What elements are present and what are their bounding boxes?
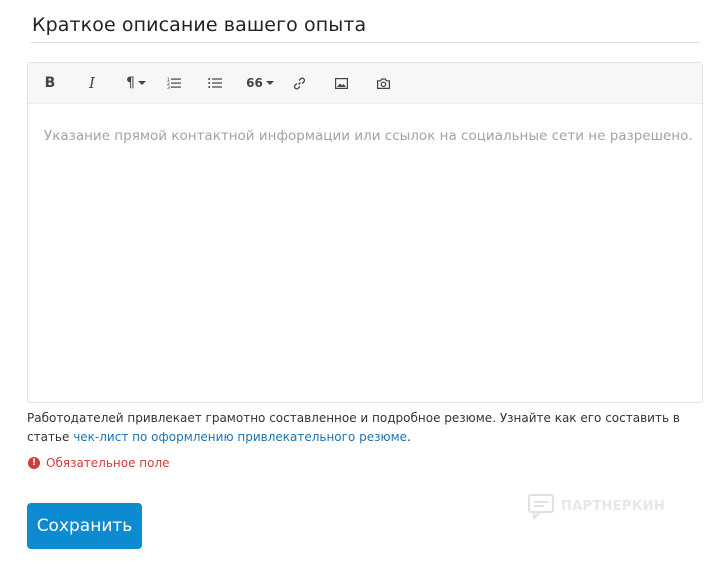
camera-button[interactable] [376,73,390,93]
camera-icon [376,77,390,89]
hint-text: Работодателей привлекает грамотно состав… [27,409,707,447]
hint-suffix: . [407,430,411,444]
paragraph-format-button[interactable]: ¶ [124,73,148,93]
italic-icon: I [89,74,95,92]
bold-icon: B [44,75,56,91]
chevron-down-icon [265,81,274,85]
title-divider [30,42,700,43]
validation-error: ! Обязательное поле [28,456,170,470]
section-title: Краткое описание вашего опыта [32,14,367,36]
bullet-list-icon [208,78,222,88]
quote-button[interactable]: 66 [246,73,274,93]
save-button[interactable]: Сохранить [27,503,142,549]
paragraph-icon: ¶ [126,75,135,91]
svg-text:3: 3 [167,85,170,89]
editor-toolbar: B I ¶ 1 2 3 66 [28,63,702,104]
italic-button[interactable]: I [86,73,98,93]
image-button[interactable] [334,73,348,93]
bold-button[interactable]: B [44,73,56,93]
ordered-list-icon: 1 2 3 [167,77,181,89]
watermark-text: ПАРТНЕРКИН [561,498,666,514]
error-message: Обязательное поле [46,456,170,470]
quote-icon: 66 [246,76,263,90]
link-icon [293,77,305,89]
error-icon: ! [28,457,40,469]
editor-content-area[interactable]: Указание прямой контактной информации ил… [28,104,702,402]
ordered-list-button[interactable]: 1 2 3 [166,73,182,93]
image-icon [334,77,348,89]
editor-placeholder: Указание прямой контактной информации ил… [44,128,693,144]
rich-text-editor: B I ¶ 1 2 3 66 Указание прямой контактно… [27,62,703,403]
chevron-down-icon [137,81,146,85]
chat-bubble-icon [528,494,554,520]
link-button[interactable] [292,73,306,93]
bullet-list-button[interactable] [207,73,223,93]
checklist-link[interactable]: чек-лист по оформлению привлекательного … [73,430,407,444]
watermark: ПАРТНЕРКИН [527,492,665,520]
